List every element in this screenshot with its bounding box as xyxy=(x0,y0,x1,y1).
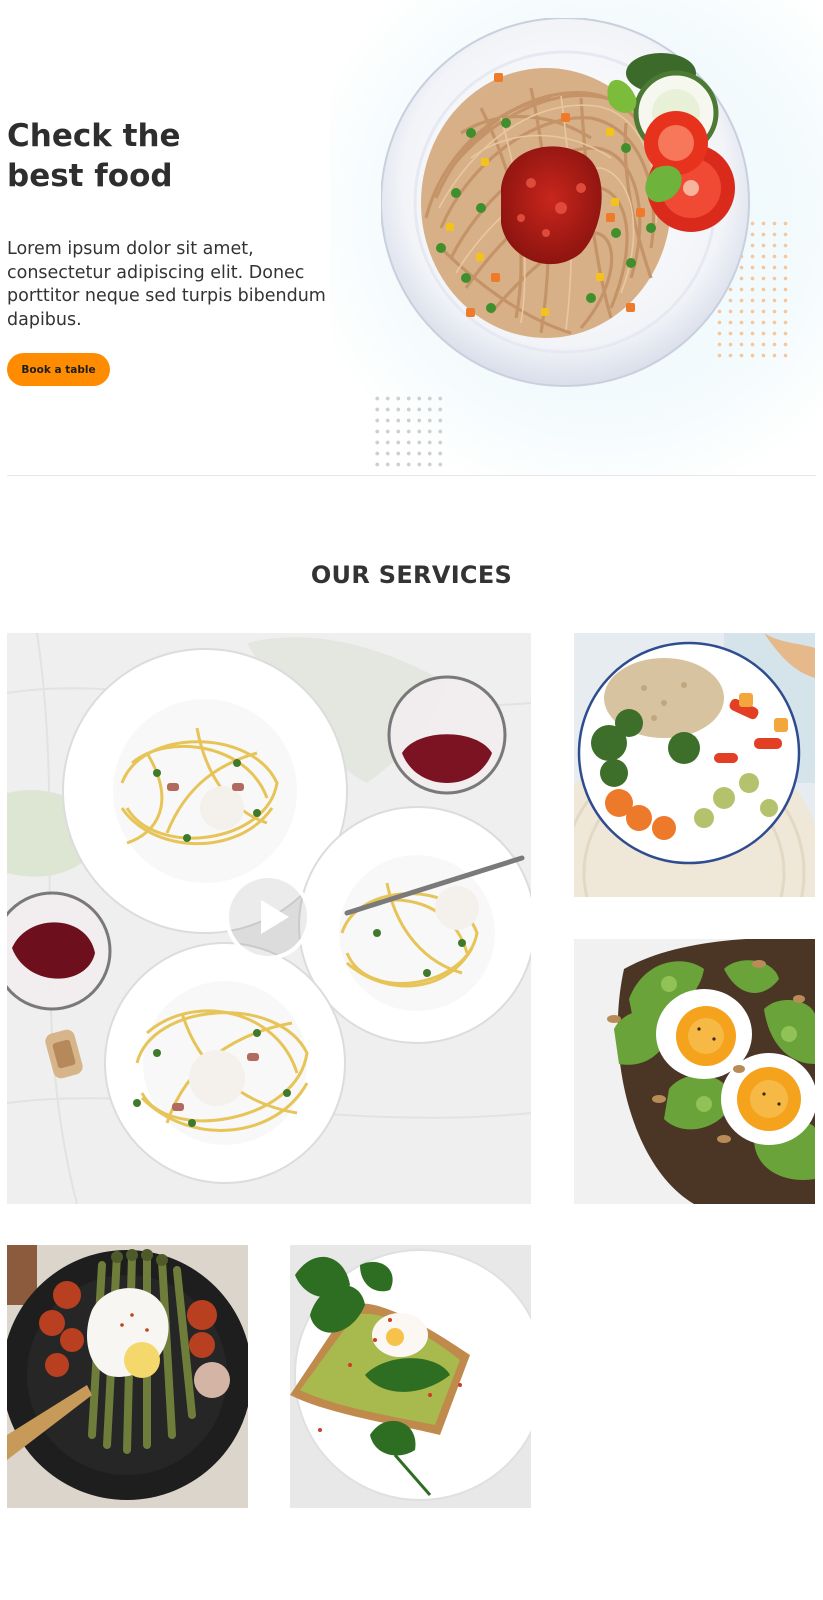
book-table-button[interactable]: Book a table xyxy=(7,353,110,386)
hero-title-line-2: best food xyxy=(7,158,173,194)
spinach-toast-image xyxy=(290,1245,531,1508)
decorative-dots-gray xyxy=(372,393,448,471)
spaghetti-plate-image xyxy=(381,18,750,387)
hero-divider xyxy=(7,475,816,476)
play-icon[interactable] xyxy=(225,874,311,960)
asparagus-poached-egg-image xyxy=(7,1245,248,1508)
services-title: OUR SERVICES xyxy=(310,561,513,589)
hero-description: Lorem ipsum dolor sit amet, consectetur … xyxy=(7,239,326,330)
grain-veggie-bowl-photo[interactable] xyxy=(574,633,815,897)
avocado-egg-toast-image xyxy=(574,939,815,1204)
hero-section: Check the best food Lorem ipsum dolor si… xyxy=(0,0,823,476)
asparagus-poached-egg-photo[interactable] xyxy=(7,1245,248,1508)
hero-title: Check the best food xyxy=(7,116,307,196)
grain-veggie-bowl-image xyxy=(574,633,815,897)
spinach-toast-photo[interactable] xyxy=(290,1245,531,1508)
hero-title-line-1: Check the xyxy=(7,118,181,154)
avocado-egg-toast-photo[interactable] xyxy=(574,939,815,1204)
